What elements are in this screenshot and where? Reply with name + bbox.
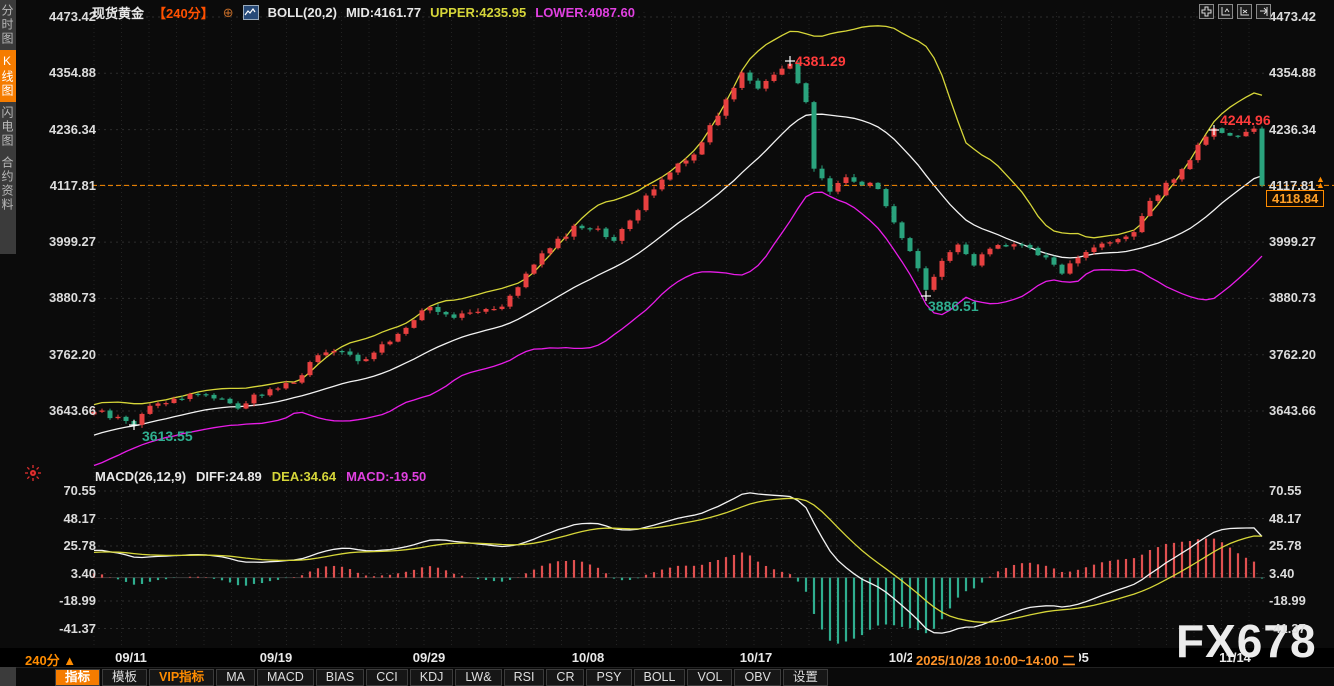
date-tick: 10/08 bbox=[571, 650, 605, 665]
toolbar-item-模板[interactable]: 模板 bbox=[102, 669, 148, 686]
toolbar-item-LW&[interactable]: LW& bbox=[455, 669, 502, 686]
price-direction-arrow: ▲ ▲ bbox=[1316, 174, 1325, 190]
axis-label: 4236.34 bbox=[1269, 121, 1316, 137]
axis-label: 3999.27 bbox=[49, 234, 96, 250]
toolbar-item-RSI[interactable]: RSI bbox=[503, 669, 545, 686]
current-price-tag: 4118.84 bbox=[1266, 190, 1325, 207]
link-icon[interactable]: ⊕ bbox=[223, 5, 234, 21]
chart-header: 现货黄金 【240分】 ⊕ BOLL(20,2) MID:4161.77 UPP… bbox=[92, 3, 635, 22]
axis-label: 3762.20 bbox=[1269, 346, 1316, 362]
toolbar-item-CR[interactable]: CR bbox=[546, 669, 585, 686]
toolbar-item-指标[interactable]: 指标 bbox=[55, 669, 101, 686]
axis-label: -41.37 bbox=[1269, 620, 1306, 636]
sidebar-item-0[interactable]: 分时图 bbox=[0, 0, 16, 50]
sidebar-item-2[interactable]: 闪电图 bbox=[0, 102, 16, 152]
axis-label: 3643.66 bbox=[49, 402, 96, 418]
axis-label: 3762.20 bbox=[49, 346, 96, 362]
macd-label: MACD(26,12,9) bbox=[95, 469, 187, 484]
boll-upper-value: UPPER:4235.95 bbox=[430, 5, 527, 20]
scroll-right-icon[interactable] bbox=[1256, 4, 1271, 19]
axis-label: -18.99 bbox=[59, 593, 96, 608]
sidebar-item-3[interactable]: 合约资料 bbox=[0, 152, 16, 216]
boll-label: BOLL(20,2) bbox=[267, 5, 337, 20]
mini-chart-icon bbox=[242, 5, 259, 20]
toolbar-item-VOL[interactable]: VOL bbox=[687, 669, 733, 686]
axis-label: -41.37 bbox=[59, 620, 96, 636]
boll-mid-value: MID:4161.77 bbox=[345, 5, 422, 20]
axis-label: 70.55 bbox=[1269, 483, 1302, 498]
toolbar-item-MA[interactable]: MA bbox=[216, 669, 255, 686]
axis-label: 3880.73 bbox=[49, 290, 96, 306]
toolbar-item-BOLL[interactable]: BOLL bbox=[633, 669, 686, 686]
alert-burst-icon[interactable] bbox=[24, 464, 42, 487]
axis-label: 3880.73 bbox=[1269, 290, 1316, 306]
boll-lower-value: LOWER:4087.60 bbox=[535, 5, 635, 20]
period-label[interactable]: 【240分】 bbox=[153, 3, 214, 22]
toolbar-item-VIP指标[interactable]: VIP指标 bbox=[149, 669, 215, 686]
axis-label: 4236.34 bbox=[49, 121, 96, 137]
sidebar-item-1[interactable]: K线图 bbox=[0, 50, 16, 102]
axis-label: 3999.27 bbox=[1269, 234, 1316, 250]
axis-label: 4354.88 bbox=[1269, 65, 1316, 81]
axis-label: 48.17 bbox=[63, 510, 96, 526]
toolbar-item-CCI[interactable]: CCI bbox=[366, 669, 408, 686]
symbol-title: 现货黄金 bbox=[92, 6, 145, 21]
date-tick: 09/19 bbox=[259, 650, 293, 665]
price-annotation: 3886.51 bbox=[928, 298, 979, 314]
indicator-toolbar: 指标 模板 VIP指标 MA MACD BIAS CCI KDJ LW& RSI CR PSY BOLL… bbox=[0, 667, 1334, 686]
zoom-in-axis-icon[interactable] bbox=[1218, 4, 1233, 19]
date-axis: 09/1109/1909/2910/0810/1710/2811/0511/14 bbox=[0, 648, 1334, 667]
axis-label: 70.55 bbox=[63, 483, 96, 498]
axis-label: -18.99 bbox=[1269, 593, 1306, 608]
toolbar-item-OBV[interactable]: OBV bbox=[734, 669, 781, 686]
chart-tool-icons bbox=[1199, 4, 1271, 19]
macd-header: MACD(26,12,9) DIFF:24.89 DEA:34.64 MACD:… bbox=[95, 469, 426, 484]
toolbar-item-BIAS[interactable]: BIAS bbox=[315, 669, 365, 686]
price-annotation: 4381.29 bbox=[795, 53, 846, 69]
sidebar: 分时图 K线图 闪电图 合约资料 bbox=[0, 0, 16, 254]
price-annotation: 4244.96 bbox=[1220, 112, 1271, 128]
date-tick: 10/17 bbox=[739, 650, 773, 665]
macd-dea-value: DEA:34.64 bbox=[271, 469, 337, 484]
axis-label: 4473.42 bbox=[49, 9, 96, 24]
axis-label: 3643.66 bbox=[1269, 402, 1316, 418]
axis-label: 48.17 bbox=[1269, 510, 1302, 526]
price-annotation: 3613.55 bbox=[142, 428, 193, 444]
toolbar-item-PSY[interactable]: PSY bbox=[586, 669, 632, 686]
date-tick: 09/11 bbox=[115, 650, 147, 665]
macd-value: MACD:-19.50 bbox=[346, 469, 427, 484]
macd-diff-value: DIFF:24.89 bbox=[196, 469, 262, 484]
chart-canvas[interactable]: 4381.29 3613.55 3886.51 4244.96 bbox=[0, 0, 1334, 648]
toolbar-item-设置[interactable]: 设置 bbox=[782, 669, 828, 686]
date-tick: 09/29 bbox=[412, 650, 446, 665]
trading-app-window: 4381.29 3613.55 3886.51 4244.96 分时图 K线图 闪电图 合约… bbox=[0, 0, 1334, 686]
axis-label: 3.40 bbox=[70, 565, 96, 581]
toolbar-item-KDJ[interactable]: KDJ bbox=[409, 669, 454, 686]
axis-label: 4473.42 bbox=[1269, 9, 1316, 24]
toolbar-item-MACD[interactable]: MACD bbox=[256, 669, 314, 686]
crosshair-icon[interactable] bbox=[1199, 4, 1214, 19]
axis-label: 4354.88 bbox=[49, 65, 96, 81]
axis-label: 25.78 bbox=[63, 538, 96, 553]
sidebar-stub bbox=[0, 667, 16, 686]
zoom-out-axis-icon[interactable] bbox=[1237, 4, 1252, 19]
axis-label: 4117.81 bbox=[49, 177, 96, 193]
axis-label: 3.40 bbox=[1269, 565, 1295, 581]
axis-label: 25.78 bbox=[1269, 538, 1302, 553]
